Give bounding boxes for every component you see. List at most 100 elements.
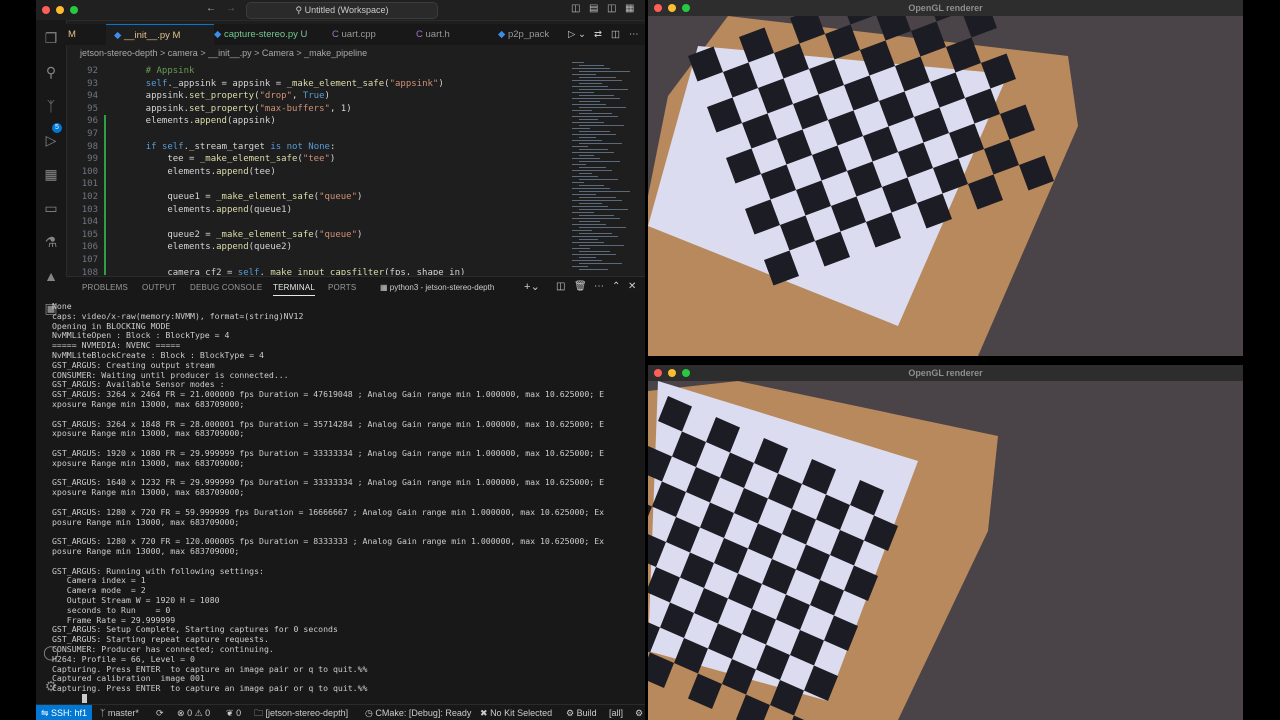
minimap-line xyxy=(579,263,622,264)
code-line[interactable]: 103 elements.append(queue1) xyxy=(66,203,586,217)
git-added-gutter xyxy=(104,216,106,229)
code-line[interactable]: 94 appsink.set_property("drop", True) xyxy=(66,90,586,103)
maximize-panel-icon[interactable]: ⌃ xyxy=(612,281,621,292)
kit-label: No Kit Selected xyxy=(490,708,553,718)
folder-status[interactable]: 🗀 [jetson-stereo-depth] xyxy=(254,705,348,720)
minimap-line xyxy=(579,197,616,198)
build-button[interactable]: ⚙ Build xyxy=(566,705,597,720)
minimap-line xyxy=(579,137,596,138)
tab-terminal[interactable]: TERMINAL xyxy=(273,283,316,296)
terminal-cursor xyxy=(82,694,87,703)
breadcrumb[interactable]: jetson-stereo-depth > camera > __init__.… xyxy=(80,48,367,62)
terminal-output[interactable]: None caps: video/x-raw(memory:NVMM), form… xyxy=(52,301,612,702)
minimap-line xyxy=(572,158,600,159)
kill-terminal-icon[interactable]: 🗑 xyxy=(574,281,587,292)
branch-status[interactable]: ᛉ master* xyxy=(100,705,139,720)
maximize-window-button[interactable] xyxy=(682,369,690,377)
maximize-window-button[interactable] xyxy=(70,6,78,14)
more-actions-icon[interactable]: ⋯ xyxy=(629,24,639,45)
back-arrow-icon[interactable]: ← xyxy=(206,3,216,14)
close-window-button[interactable] xyxy=(42,6,50,14)
opengl-renderer-window-bottom[interactable]: OpenGL renderer xyxy=(648,365,1243,720)
code-line[interactable]: 96 elements.append(appsink) xyxy=(66,115,586,128)
toggle-panel-icon[interactable]: ▤ xyxy=(589,3,598,14)
command-center-search[interactable]: ⚲ Untitled (Workspace) xyxy=(246,2,438,19)
code-line[interactable]: 100 elements.append(tee) xyxy=(66,165,586,179)
close-window-button[interactable] xyxy=(654,369,662,377)
opengl-renderer-window-top[interactable]: OpenGL renderer xyxy=(648,0,1243,356)
bug-icon[interactable]: ⚙ xyxy=(635,705,643,720)
tab-ports[interactable]: PORTS xyxy=(328,283,356,292)
code-line[interactable]: 105 queue2 = _make_element_safe("queue") xyxy=(66,228,586,242)
tab-output[interactable]: OUTPUT xyxy=(142,283,176,292)
code-line[interactable]: 104 xyxy=(66,216,586,229)
line-number: 99 xyxy=(87,154,98,165)
remote-explorer-icon[interactable]: ▭ xyxy=(43,200,59,216)
git-added-gutter xyxy=(104,140,106,154)
explorer-icon[interactable]: ❐ xyxy=(43,30,59,46)
forward-arrow-icon[interactable]: → xyxy=(226,3,236,14)
run-python-file-button[interactable]: ▷ ⌄ xyxy=(568,24,586,45)
toggle-secondary-sidebar-icon[interactable]: ◫ xyxy=(607,3,616,14)
terminal-line: Capturing. Press ENTER to capture an ima… xyxy=(52,683,368,694)
minimap-line xyxy=(572,122,604,123)
maximize-window-button[interactable] xyxy=(682,4,690,12)
remote-indicator[interactable]: ⇋ SSH: hf1 xyxy=(36,705,92,720)
target-status[interactable]: [all] xyxy=(609,705,623,720)
code-line[interactable]: 106 elements.append(queue2) xyxy=(66,241,586,254)
minimize-window-button[interactable] xyxy=(668,369,676,377)
source-control-icon[interactable]: ᛉ xyxy=(43,98,59,114)
code-line[interactable]: 92 # Appsink xyxy=(66,65,586,78)
panel-more-icon[interactable]: ⋯ xyxy=(594,281,604,292)
tab-uart-h[interactable]: C uart.h xyxy=(416,24,476,45)
line-number: 107 xyxy=(81,255,98,265)
tab-p2p-pack[interactable]: ◆ p2p_pack xyxy=(498,24,566,45)
code-line[interactable]: 108 camera_cf2 = self._make_input_capsfi… xyxy=(66,266,586,275)
ports-status[interactable]: ❦ 0 xyxy=(226,705,241,720)
git-added-gutter xyxy=(104,165,106,179)
minimize-window-button[interactable] xyxy=(56,6,64,14)
code-line[interactable]: 97 xyxy=(66,128,586,141)
tab-p2p-pack-label: p2p_pack xyxy=(507,29,550,40)
search-icon[interactable]: ⚲ xyxy=(43,64,59,80)
tab-init-py[interactable]: ◆ __init__.py M xyxy=(106,24,214,46)
sync-icon[interactable]: ⟳ xyxy=(156,705,164,720)
split-editor-icon[interactable]: ◫ xyxy=(611,24,620,45)
code-line[interactable]: 98 if self._stream_target is not None: xyxy=(66,140,586,154)
close-panel-icon[interactable]: ✕ xyxy=(628,281,637,292)
line-number: 103 xyxy=(81,204,98,215)
toggle-sidebar-icon[interactable]: ◫ xyxy=(571,3,580,14)
minimap[interactable] xyxy=(568,62,643,274)
problems-status[interactable]: ⊗ 0 ⚠ 0 xyxy=(177,705,210,720)
kit-status[interactable]: ✖ No Kit Selected xyxy=(480,705,552,720)
new-terminal-button[interactable]: +⌄ xyxy=(524,280,540,293)
minimize-window-button[interactable] xyxy=(668,4,676,12)
line-number: 101 xyxy=(81,179,98,190)
cmake-status[interactable]: ◷ CMake: [Debug]: Ready xyxy=(365,705,471,720)
minimap-line xyxy=(579,185,604,186)
window-title: Untitled (Workspace) xyxy=(304,5,389,15)
tab-debug-console[interactable]: DEBUG CONSOLE xyxy=(190,283,262,292)
code-line[interactable]: 102 queue1 = _make_element_safe("queue") xyxy=(66,191,586,204)
extensions-icon[interactable]: ▦ xyxy=(43,166,59,182)
close-window-button[interactable] xyxy=(654,4,662,12)
testing-icon[interactable]: ⚗ xyxy=(43,234,59,250)
tab-problems[interactable]: PROBLEMS xyxy=(82,283,128,292)
cmake-icon[interactable]: ▲ xyxy=(43,268,59,284)
customize-layout-icon[interactable]: ▦ xyxy=(625,3,634,14)
code-line[interactable]: 101 xyxy=(66,178,586,191)
open-changes-icon[interactable]: ⇄ xyxy=(594,24,602,45)
code-editor[interactable]: 92 # Appsink 93 self._appsink = appsink =… xyxy=(66,63,586,275)
code-line[interactable]: 95 appsink.set_property("max-buffers", 1… xyxy=(66,103,586,116)
split-terminal-icon[interactable]: ◫ xyxy=(556,281,566,292)
git-added-gutter xyxy=(104,191,106,204)
tab-uart-cpp[interactable]: C uart.cpp xyxy=(332,24,402,45)
run-debug-icon[interactable]: ▷ xyxy=(43,132,59,148)
camera-frame-image xyxy=(648,381,1243,720)
tab-truncated[interactable]: M xyxy=(68,24,76,45)
code-line[interactable]: 93 self._appsink = appsink = _make_eleme… xyxy=(66,78,586,91)
terminal-selector[interactable]: ▦ python3 - jetson-stereo-depth xyxy=(380,283,494,292)
code-line[interactable]: 107 xyxy=(66,254,586,267)
tab-capture-stereo[interactable]: ◆ capture-stereo.py U xyxy=(206,24,326,45)
code-line[interactable]: 99 tee = _make_element_safe("tee") xyxy=(66,153,586,166)
